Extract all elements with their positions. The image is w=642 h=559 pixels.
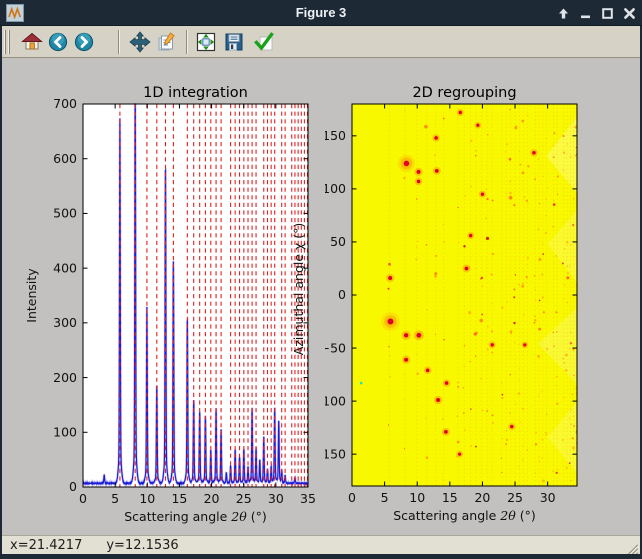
window-title: Figure 3 <box>0 0 642 26</box>
back-arrow-icon <box>47 31 69 53</box>
svg-text:15: 15 <box>442 490 458 505</box>
svg-text:30: 30 <box>540 490 556 505</box>
figure-canvas: 0510152025303501002003004005006007001D i… <box>2 58 640 535</box>
plot-title: 2D regrouping <box>412 85 516 101</box>
svg-text:30: 30 <box>268 491 284 506</box>
forward-arrow-icon <box>73 31 95 53</box>
2d-regrouping-plot[interactable]: 0 5 10 15 20 25 30 −150 −100 −50 0 50 100 150 2D regro… <box>325 84 615 530</box>
save-button[interactable] <box>222 29 246 55</box>
toolbar-drag-handle[interactable] <box>4 30 12 54</box>
cursor-y-readout: y=12.1536 <box>106 538 178 553</box>
svg-text:5: 5 <box>381 490 389 505</box>
cursor-x-readout: x=21.4217 <box>10 538 82 553</box>
close-button[interactable] <box>621 5 638 22</box>
window-frame-left <box>0 26 2 559</box>
shade-button[interactable] <box>555 5 572 22</box>
pan-arrows-icon <box>129 31 151 53</box>
svg-text:0: 0 <box>348 490 356 505</box>
plot-xlabel: Scattering angle 2θ (°) <box>124 509 267 524</box>
window-frame-bottom <box>0 554 642 559</box>
svg-text:10: 10 <box>409 490 425 505</box>
toolbar-separator <box>118 30 120 54</box>
edit-page-icon <box>157 31 179 53</box>
svg-text:100: 100 <box>325 181 346 196</box>
svg-text:700: 700 <box>53 96 77 111</box>
svg-text:200: 200 <box>53 370 77 385</box>
svg-text:5: 5 <box>111 491 119 506</box>
pan-button[interactable] <box>128 29 152 55</box>
svg-text:25: 25 <box>236 491 252 506</box>
minimize-button[interactable] <box>577 5 594 22</box>
subplots-icon <box>195 31 217 53</box>
navigation-toolbar <box>0 26 642 58</box>
svg-text:150: 150 <box>325 128 346 143</box>
plot-title: 1D integration <box>143 85 248 101</box>
svg-text:20: 20 <box>204 491 220 506</box>
svg-text:500: 500 <box>53 206 77 221</box>
plot-xlabel: Scattering angle 2θ (°) <box>393 508 536 523</box>
maximize-button[interactable] <box>599 5 616 22</box>
configure-subplots-button[interactable] <box>194 29 218 55</box>
shade-up-arrow-icon <box>557 7 570 20</box>
plot-ylabel: Intensity <box>25 268 39 323</box>
back-button[interactable] <box>46 29 70 55</box>
svg-text:10: 10 <box>139 491 155 506</box>
svg-text:300: 300 <box>53 315 77 330</box>
svg-text:15: 15 <box>171 491 187 506</box>
svg-text:0: 0 <box>69 479 77 494</box>
svg-text:100: 100 <box>53 424 77 439</box>
svg-text:−50: −50 <box>325 340 346 355</box>
window-controls <box>555 5 638 22</box>
forward-button[interactable] <box>72 29 96 55</box>
statusbar: x=21.4217 y=12.1536 <box>2 535 640 554</box>
svg-text:35: 35 <box>300 491 316 506</box>
svg-text:25: 25 <box>507 490 523 505</box>
svg-text:−100: −100 <box>325 393 346 408</box>
home-icon <box>21 31 43 53</box>
save-floppy-icon <box>223 31 245 53</box>
heatmap-image <box>352 104 582 486</box>
minimize-icon <box>579 7 592 20</box>
home-button[interactable] <box>20 29 44 55</box>
svg-text:50: 50 <box>330 234 346 249</box>
green-check-icon <box>253 31 275 53</box>
svg-text:400: 400 <box>53 260 77 275</box>
svg-text:0: 0 <box>338 287 346 302</box>
1d-integration-plot[interactable]: 0 5 10 15 20 25 30 35 0 100 200 300 400 500 600 700 1D i… <box>25 84 325 530</box>
svg-text:−150: −150 <box>325 446 346 461</box>
maximize-icon <box>601 7 614 20</box>
figure-window: Figure 3 <box>0 0 642 559</box>
edit-button[interactable] <box>156 29 180 55</box>
svg-text:600: 600 <box>53 151 77 166</box>
close-icon <box>623 7 636 20</box>
titlebar: Figure 3 <box>0 0 642 26</box>
svg-text:20: 20 <box>474 490 490 505</box>
svg-text:0: 0 <box>79 491 87 506</box>
apply-button[interactable] <box>252 29 276 55</box>
toolbar-separator <box>186 30 188 54</box>
